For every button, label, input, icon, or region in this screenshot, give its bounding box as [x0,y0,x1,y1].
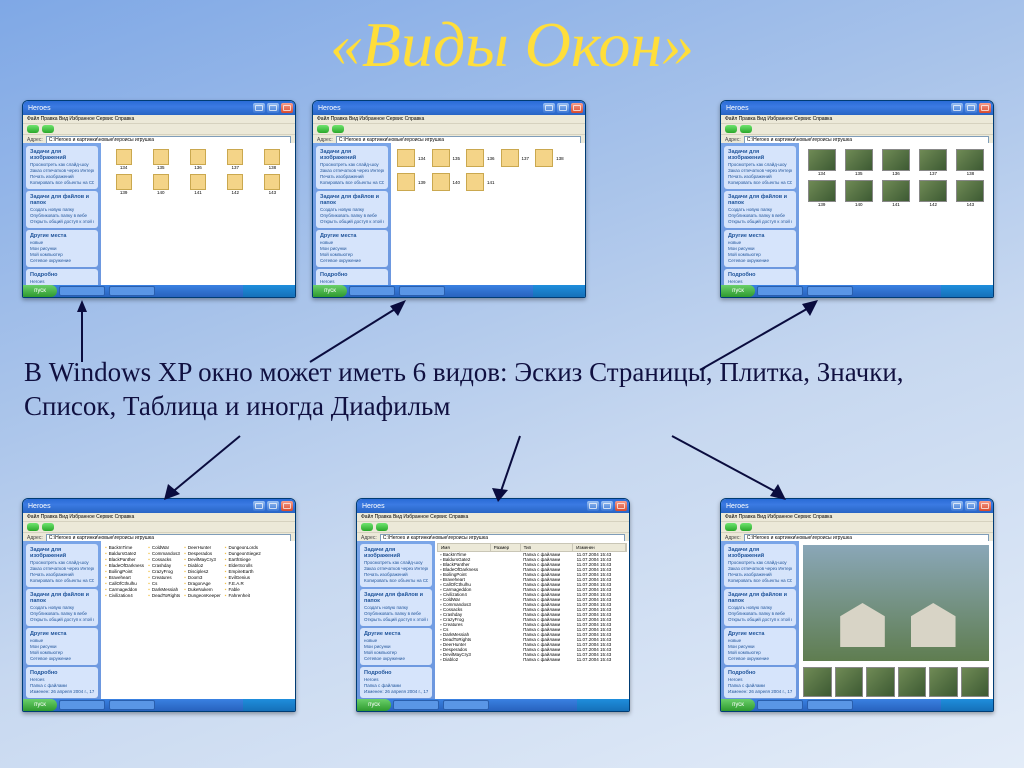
menu-bar[interactable]: Файл Правка Вид Избранное Сервис Справка [23,513,295,522]
window-caption: Heroes [25,503,251,510]
window-details-view: Heroes Файл Правка Вид Избранное Сервис … [356,498,630,712]
back-button[interactable] [317,125,329,133]
tasks-panel: Задачи для изображенийПросмотреть как сл… [721,541,799,699]
close-button[interactable] [979,501,991,511]
system-tray[interactable] [577,699,629,711]
window-icons-view: Heroes Файл Правка Вид Избранное Сервис … [22,100,296,298]
minimize-button[interactable] [951,501,963,511]
taskbar-button[interactable] [349,286,395,296]
taskbar-button[interactable] [757,700,803,710]
close-button[interactable] [571,103,583,113]
back-button[interactable] [361,523,373,531]
system-tray[interactable] [941,285,993,297]
nav-toolbar[interactable] [721,522,993,533]
tasks-panel: Задачи для изображенийПросмотреть как сл… [313,143,391,285]
tasks-panel: Задачи для изображенийПросмотреть как сл… [23,143,101,285]
back-button[interactable] [725,523,737,531]
menu-bar[interactable]: Файл Правка Вид Избранное Сервис Справка [23,115,295,124]
forward-button[interactable] [42,523,54,531]
window-caption: Heroes [315,105,541,112]
menu-bar[interactable]: Файл Правка Вид Избранное Сервис Справка [313,115,585,124]
nav-toolbar[interactable] [23,522,295,533]
system-tray[interactable] [243,285,295,297]
folder-content[interactable]: 134135136137138139140141 [391,143,585,285]
start-button[interactable]: пуск [313,285,347,297]
taskbar-button[interactable] [399,286,445,296]
taskbar-button[interactable] [443,700,489,710]
maximize-button[interactable] [965,501,977,511]
start-button[interactable]: пуск [23,285,57,297]
maximize-button[interactable] [267,103,279,113]
window-filmstrip-view: Heroes Файл Правка Вид Избранное Сервис … [720,498,994,712]
folder-content[interactable]: BackInTimeBaldursGate2BlackPantherBladeO… [101,541,295,699]
taskbar-button[interactable] [59,286,105,296]
system-tray[interactable] [941,699,993,711]
menu-bar[interactable]: Файл Правка Вид Избранное Сервис Справка [357,513,629,522]
window-list-view: Heroes Файл Правка Вид Избранное Сервис … [22,498,296,712]
back-button[interactable] [27,125,39,133]
taskbar-button[interactable] [109,700,155,710]
taskbar-button[interactable] [393,700,439,710]
maximize-button[interactable] [601,501,613,511]
close-button[interactable] [281,501,293,511]
menu-bar[interactable]: Файл Правка Вид Избранное Сервис Справка [721,115,993,124]
nav-toolbar[interactable] [23,124,295,135]
nav-toolbar[interactable] [313,124,585,135]
slide-title: «Виды Окон» [0,8,1024,82]
window-caption: Heroes [723,105,949,112]
window-caption: Heroes [25,105,251,112]
nav-toolbar[interactable] [721,124,993,135]
maximize-button[interactable] [267,501,279,511]
folder-content[interactable]: ИмяРазмерТипИзменен ▫ BackInTimeПапка с … [435,541,629,699]
maximize-button[interactable] [965,103,977,113]
menu-bar[interactable]: Файл Правка Вид Избранное Сервис Справка [721,513,993,522]
taskbar-button[interactable] [807,286,853,296]
start-button[interactable]: пуск [357,699,391,711]
close-button[interactable] [281,103,293,113]
start-button[interactable]: пуск [721,285,755,297]
taskbar-button[interactable] [109,286,155,296]
window-tiles-view: Heroes Файл Правка Вид Избранное Сервис … [312,100,586,298]
start-button[interactable]: пуск [23,699,57,711]
nav-toolbar[interactable] [357,522,629,533]
tasks-panel: Задачи для изображенийПросмотреть как сл… [23,541,101,699]
system-tray[interactable] [533,285,585,297]
maximize-button[interactable] [557,103,569,113]
taskbar-button[interactable] [59,700,105,710]
forward-button[interactable] [740,125,752,133]
close-button[interactable] [979,103,991,113]
folder-content[interactable] [799,541,993,699]
tasks-panel: Задачи для изображенийПросмотреть как сл… [357,541,435,699]
forward-button[interactable] [740,523,752,531]
taskbar-button[interactable] [807,700,853,710]
forward-button[interactable] [376,523,388,531]
slide-body-text: В Windows XP окно может иметь 6 видов: Э… [24,356,1000,424]
window-caption: Heroes [723,503,949,510]
folder-content[interactable]: 134135136137138139140141142143 [101,143,295,285]
forward-button[interactable] [332,125,344,133]
start-button[interactable]: пуск [721,699,755,711]
back-button[interactable] [27,523,39,531]
minimize-button[interactable] [951,103,963,113]
window-caption: Heroes [359,503,585,510]
minimize-button[interactable] [543,103,555,113]
window-thumbnails-view: Heroes Файл Правка Вид Избранное Сервис … [720,100,994,298]
minimize-button[interactable] [253,501,265,511]
system-tray[interactable] [243,699,295,711]
forward-button[interactable] [42,125,54,133]
minimize-button[interactable] [587,501,599,511]
close-button[interactable] [615,501,627,511]
minimize-button[interactable] [253,103,265,113]
tasks-panel: Задачи для изображенийПросмотреть как сл… [721,143,799,285]
back-button[interactable] [725,125,737,133]
folder-content[interactable]: 134135136137138139140141142143 [799,143,993,285]
taskbar-button[interactable] [757,286,803,296]
